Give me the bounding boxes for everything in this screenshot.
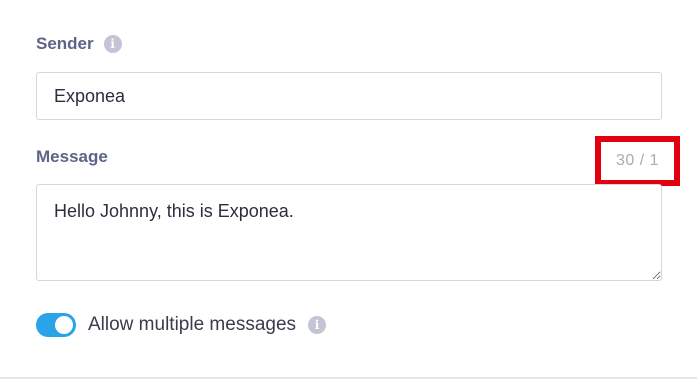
sender-input[interactable] (36, 72, 662, 120)
character-counter: 30 / 1 (615, 152, 660, 169)
allow-multiple-toggle[interactable] (36, 313, 76, 337)
sender-label: Sender (36, 34, 94, 53)
sender-info-icon[interactable]: i (103, 35, 122, 53)
allow-multiple-info-icon[interactable]: i (308, 316, 327, 334)
message-textarea[interactable]: Hello Johnny, this is Exponea. (36, 184, 662, 281)
allow-multiple-label: Allow multiple messages (88, 314, 297, 335)
allow-multiple-row: Allow multiple messages i (36, 313, 327, 337)
toggle-knob (55, 316, 73, 334)
sender-label-row: Sender i (36, 34, 122, 54)
message-label-row: Message (36, 147, 108, 167)
message-label: Message (36, 147, 108, 166)
bottom-divider (0, 377, 697, 379)
character-counter-highlight: 30 / 1 (595, 136, 680, 186)
